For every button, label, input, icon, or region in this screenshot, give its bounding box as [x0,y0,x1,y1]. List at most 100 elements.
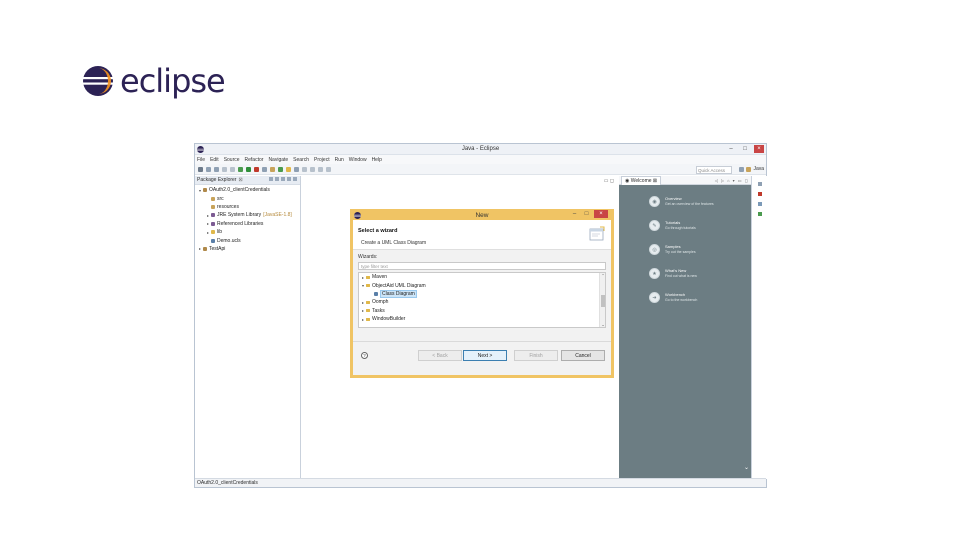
menu-navigate[interactable]: Navigate [268,157,288,163]
wizard-scrollbar[interactable]: ⌃ ⌄ [599,273,605,327]
maximize-view-icon[interactable] [293,177,297,181]
finish-button[interactable]: Finish [514,350,558,361]
java-perspective-button[interactable]: Java [739,166,764,172]
package-tree-item[interactable]: src [195,194,300,202]
welcome-tab-label: Welcome [630,177,652,184]
package-explorer: Package Explorer ⊠ ▾ OAuth2.0_clientCrede… [195,176,301,479]
package-tree-item[interactable]: resources [195,203,300,211]
maximize-button[interactable]: □ [740,145,750,153]
new-package-icon[interactable] [270,166,275,172]
folder-icon [366,309,370,313]
back-icon[interactable] [318,166,323,172]
run-icon[interactable] [246,166,251,172]
dialog-header-description: Create a UML Class Diagram [361,240,427,246]
back-button[interactable]: < Back [418,350,462,361]
save-icon[interactable] [206,166,211,172]
wizard-tree-item[interactable]: ▸ Oomph [359,298,605,306]
collapsed-arrow-icon[interactable]: ▸ [206,230,210,235]
quick-access-input[interactable]: Quick Access [696,166,732,174]
new-icon[interactable] [198,166,203,172]
menu-file[interactable]: File [197,157,205,163]
wizard-tree-item-label: WindowBuilder [372,316,406,323]
editor-area-controls[interactable]: ▭ ◻ [604,178,614,184]
package-tree-item[interactable]: ▸ TestApi [195,245,300,253]
welcome-item-workbench[interactable]: ➜ Workbench Go to the workbench [649,292,719,303]
menu-run[interactable]: Run [335,157,344,163]
welcome-item-overview[interactable]: ◉ Overview Get an overview of the features [649,196,719,207]
dialog-minimize-button[interactable]: – [570,210,579,218]
problems-icon[interactable] [757,212,762,216]
print-icon[interactable] [214,166,219,172]
tree-item-label: TestApi [209,245,226,252]
welcome-item-what-s-new[interactable]: ★ What's New Find out what is new [649,268,719,279]
expanded-arrow-icon[interactable]: ▾ [361,283,365,288]
expanded-arrow-icon[interactable]: ▾ [198,188,202,193]
new-class-icon[interactable] [278,166,283,172]
next-annotation-icon[interactable] [302,166,307,172]
package-tree-item[interactable]: Demo.ucls [195,236,300,244]
build-icon[interactable] [222,166,227,172]
scroll-up-icon[interactable]: ⌃ [600,273,605,278]
help-button[interactable]: ? [361,352,368,359]
scroll-down-icon[interactable]: ⌄ [744,464,749,471]
wizard-filter-input[interactable]: type filter text [358,262,606,270]
minimize-button[interactable]: – [726,145,736,153]
cancel-button[interactable]: Cancel [561,350,605,361]
collapsed-arrow-icon[interactable]: ▸ [361,300,365,305]
package-tree-item[interactable]: ▾ OAuth2.0_clientCredentials [195,186,300,194]
collapsed-arrow-icon[interactable]: ▸ [361,317,365,322]
menu-source[interactable]: Source [224,157,240,163]
dialog-maximize-button[interactable]: □ [582,210,591,218]
collapse-all-icon[interactable] [269,177,273,181]
welcome-toolbar-icons[interactable]: ◁ ▷ ⌂ ▾ ▭ ◻ [715,178,749,183]
wizard-tree-item[interactable]: ▸ WindowBuilder [359,315,605,323]
collapsed-arrow-icon[interactable]: ▸ [361,275,365,280]
tree-node-icon [211,213,215,218]
open-type-icon[interactable] [286,166,291,172]
close-tab-icon[interactable]: ⊠ [238,177,242,183]
restore-icon[interactable] [757,182,762,186]
wizard-tree-item[interactable]: ▾ ObjectAid UML Diagram [359,281,605,289]
open-perspective-icon[interactable] [739,166,745,172]
search-icon[interactable] [294,166,299,172]
scrollbar-thumb[interactable] [601,295,605,307]
package-explorer-tab[interactable]: Package Explorer ⊠ [195,176,300,185]
welcome-item-samples[interactable]: ◎ Samples Try out the samples [649,244,719,255]
dialog-titlebar: New – □ × [350,209,614,220]
collapsed-arrow-icon[interactable]: ▸ [198,246,202,251]
close-button[interactable]: × [754,145,764,153]
minimize-view-icon[interactable] [287,177,291,181]
menu-window[interactable]: Window [349,157,367,163]
wizard-tree-item[interactable]: ▸ Maven [359,273,605,281]
collapsed-arrow-icon[interactable]: ▸ [361,308,365,313]
task-list-icon[interactable] [757,192,762,196]
view-menu-icon[interactable] [281,177,285,181]
package-tree-item[interactable]: ▸ lib [195,228,300,236]
welcome-tab[interactable]: ◉ Welcome ⊠ [621,175,662,185]
menu-help[interactable]: Help [372,157,382,163]
menu-search[interactable]: Search [293,157,309,163]
outline-icon[interactable] [757,202,762,206]
menu-project[interactable]: Project [314,157,330,163]
scroll-down-icon[interactable]: ⌄ [600,322,605,327]
next-button[interactable]: Next > [463,350,507,361]
wizard-tree-item[interactable]: Class Diagram [359,289,605,298]
skip-breakpoints-icon[interactable] [230,166,235,172]
external-tools-icon[interactable] [254,166,259,172]
welcome-item-tutorials[interactable]: ✎ Tutorials Go through tutorials [649,220,719,231]
link-with-editor-icon[interactable] [275,177,279,181]
previous-annotation-icon[interactable] [310,166,315,172]
welcome-item-description: Try out the samples [665,250,696,254]
debug-icon[interactable] [238,166,243,172]
package-tree-item[interactable]: ▸ JRE System Library [JavaSE-1.8] [195,211,300,219]
menu-edit[interactable]: Edit [210,157,219,163]
new-java-project-icon[interactable] [262,166,267,172]
wizard-tree-item[interactable]: ▸ Tasks [359,307,605,315]
package-tree-item[interactable]: ▸ Referenced Libraries [195,220,300,228]
forward-icon[interactable] [326,166,331,172]
close-tab-icon[interactable]: ⊠ [652,178,657,184]
menu-refactor[interactable]: Refactor [245,157,264,163]
collapsed-arrow-icon[interactable]: ▸ [206,213,210,218]
collapsed-arrow-icon[interactable]: ▸ [206,221,210,226]
dialog-close-button[interactable]: × [594,210,608,218]
